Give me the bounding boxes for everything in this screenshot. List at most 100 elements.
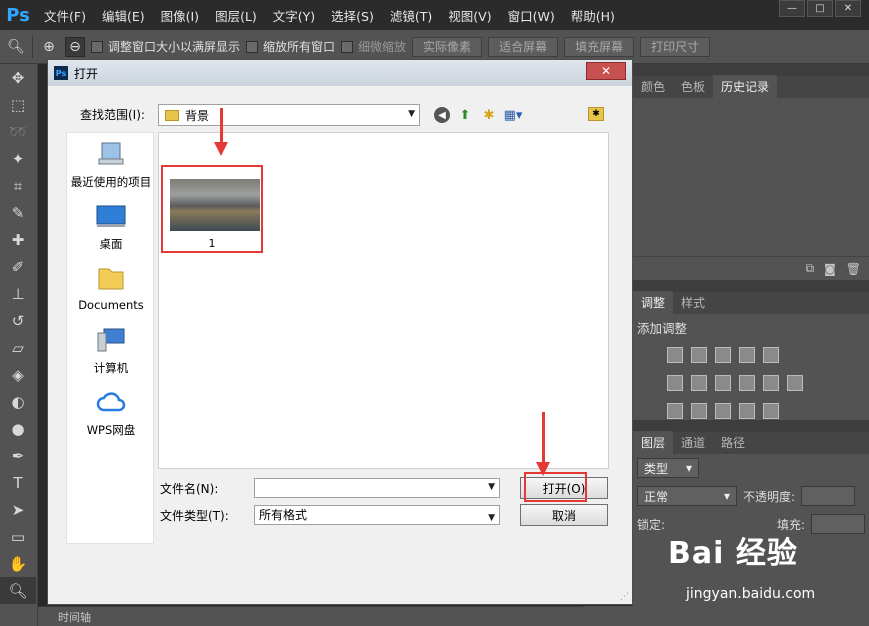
menu-view[interactable]: 视图(V) [440, 6, 499, 25]
paint-bucket-tool-icon[interactable]: ◈ [0, 361, 36, 388]
menu-window[interactable]: 窗口(W) [500, 6, 563, 25]
hand-tool-icon[interactable]: ✋ [0, 550, 36, 577]
menu-image[interactable]: 图像(I) [153, 6, 207, 25]
maximize-button[interactable]: □ [807, 0, 833, 17]
tab-paths[interactable]: 路径 [713, 431, 753, 454]
posterize-icon[interactable] [691, 403, 707, 419]
tab-swatches[interactable]: 色板 [673, 75, 713, 98]
zoom-tool-icon[interactable]: 🔍︎ [0, 577, 36, 604]
move-tool-icon[interactable]: ✥ [0, 64, 36, 91]
place-wps-cloud[interactable]: WPS网盘 [67, 389, 155, 438]
zoom-all-windows-checkbox[interactable]: 缩放所有窗口 [246, 38, 335, 55]
brightness-icon[interactable] [667, 347, 683, 363]
lasso-tool-icon[interactable]: ➿ [0, 118, 36, 145]
photo-filter-icon[interactable] [739, 375, 755, 391]
cancel-button[interactable]: 取消 [520, 504, 608, 526]
place-label: Documents [78, 298, 144, 312]
magic-wand-tool-icon[interactable]: ✦ [0, 145, 36, 172]
tab-adjustments[interactable]: 调整 [633, 291, 674, 314]
gradient-map-icon[interactable] [763, 403, 779, 419]
black-white-icon[interactable] [715, 375, 731, 391]
file-item[interactable]: 1 [161, 165, 263, 253]
trash-icon[interactable]: 🗑︎ [846, 262, 861, 276]
hue-saturation-icon[interactable] [667, 375, 683, 391]
zoom-out-icon[interactable]: ⊖ [65, 36, 85, 57]
kind-label: 类型 [644, 461, 669, 476]
folder-star-icon[interactable]: ✱ [588, 107, 604, 121]
threshold-icon[interactable] [715, 403, 731, 419]
timeline-bar[interactable]: 时间轴 [38, 606, 583, 626]
place-recent[interactable]: 最近使用的项目 [67, 141, 155, 190]
documents-folder-icon [98, 268, 124, 290]
vibrance-icon[interactable] [763, 347, 779, 363]
lookin-dropdown[interactable]: 背景 ▼ [158, 104, 420, 126]
pen-tool-icon[interactable]: ✒ [0, 442, 36, 469]
menu-filter[interactable]: 滤镜(T) [382, 6, 440, 25]
resize-window-checkbox[interactable]: 调整窗口大小以满屏显示 [91, 38, 240, 55]
menu-type[interactable]: 文字(Y) [265, 6, 323, 25]
tab-channels[interactable]: 通道 [673, 431, 713, 454]
menu-help[interactable]: 帮助(H) [563, 6, 623, 25]
filetype-select[interactable]: 所有格式 ▼ [254, 505, 500, 525]
eraser-tool-icon[interactable]: ▱ [0, 334, 36, 361]
layer-kind-dropdown[interactable]: 类型 ▾ [637, 458, 699, 478]
tab-color[interactable]: 颜色 [633, 75, 673, 98]
zoom-in-icon[interactable]: ⊕ [39, 37, 59, 57]
curves-icon[interactable] [715, 347, 731, 363]
print-size-button[interactable]: 打印尺寸 [640, 36, 711, 57]
clone-stamp-tool-icon[interactable]: ⊥ [0, 280, 36, 307]
dialog-close-button[interactable]: ✕ [586, 62, 626, 80]
new-document-icon[interactable]: ⧉ [806, 261, 815, 276]
color-lookup-icon[interactable] [787, 375, 803, 391]
back-icon[interactable]: ◀ [434, 107, 450, 123]
checkbox-box[interactable] [341, 40, 354, 53]
minimize-button[interactable]: — [779, 0, 805, 17]
tab-history[interactable]: 历史记录 [713, 75, 778, 98]
filename-input[interactable]: ▼ [254, 478, 500, 498]
resize-grip-icon[interactable]: ⋰ [620, 592, 630, 602]
tab-layers[interactable]: 图层 [633, 431, 674, 454]
menu-select[interactable]: 选择(S) [323, 6, 382, 25]
crop-tool-icon[interactable]: ⌗ [0, 172, 36, 199]
tab-styles[interactable]: 样式 [673, 291, 713, 314]
fit-screen-button[interactable]: 适合屏幕 [488, 36, 559, 57]
place-desktop[interactable]: 桌面 [67, 203, 155, 252]
brush-tool-icon[interactable]: ✐ [0, 253, 36, 280]
up-folder-icon[interactable]: ⬆ [456, 106, 474, 124]
selective-color-icon[interactable] [739, 403, 755, 419]
marquee-tool-icon[interactable]: ⬚ [0, 91, 36, 118]
view-menu-icon[interactable]: ▦▾ [504, 106, 523, 124]
close-app-button[interactable]: ✕ [835, 0, 861, 17]
color-balance-icon[interactable] [691, 375, 707, 391]
place-documents[interactable]: Documents [67, 265, 155, 312]
menu-edit[interactable]: 编辑(E) [94, 6, 153, 25]
actual-pixels-button[interactable]: 实际像素 [412, 36, 483, 57]
eyedropper-tool-icon[interactable]: ✎ [0, 199, 36, 226]
computer-icon [97, 328, 125, 352]
path-selection-tool-icon[interactable]: ➤ [0, 496, 36, 523]
new-folder-icon[interactable]: ✱ [480, 106, 498, 124]
blur-tool-icon[interactable]: ◐ [0, 388, 36, 415]
fill-screen-button[interactable]: 填充屏幕 [564, 36, 635, 57]
scrubby-zoom-checkbox[interactable]: 细微缩放 [341, 38, 406, 55]
opacity-input[interactable] [801, 486, 856, 506]
exposure-icon[interactable] [739, 347, 755, 363]
camera-icon[interactable]: ◙ [824, 262, 836, 276]
filetype-label: 文件类型(T): [160, 509, 229, 523]
history-brush-tool-icon[interactable]: ↺ [0, 307, 36, 334]
zoom-tool-icon[interactable]: 🔍︎ [6, 37, 26, 57]
place-computer[interactable]: 计算机 [67, 327, 155, 376]
type-tool-icon[interactable]: T [0, 469, 36, 496]
rectangle-tool-icon[interactable]: ▭ [0, 523, 36, 550]
menu-layer[interactable]: 图层(L) [207, 6, 265, 25]
levels-icon[interactable] [691, 347, 707, 363]
healing-brush-tool-icon[interactable]: ✚ [0, 226, 36, 253]
invert-icon[interactable] [667, 403, 683, 419]
blend-mode-dropdown[interactable]: 正常 ▾ [637, 486, 737, 506]
menu-file[interactable]: 文件(F) [36, 6, 94, 25]
dodge-tool-icon[interactable]: ● [0, 415, 36, 442]
recent-items-icon [98, 142, 124, 165]
checkbox-box[interactable] [91, 40, 103, 53]
channel-mixer-icon[interactable] [763, 375, 779, 391]
checkbox-box[interactable] [246, 40, 259, 53]
